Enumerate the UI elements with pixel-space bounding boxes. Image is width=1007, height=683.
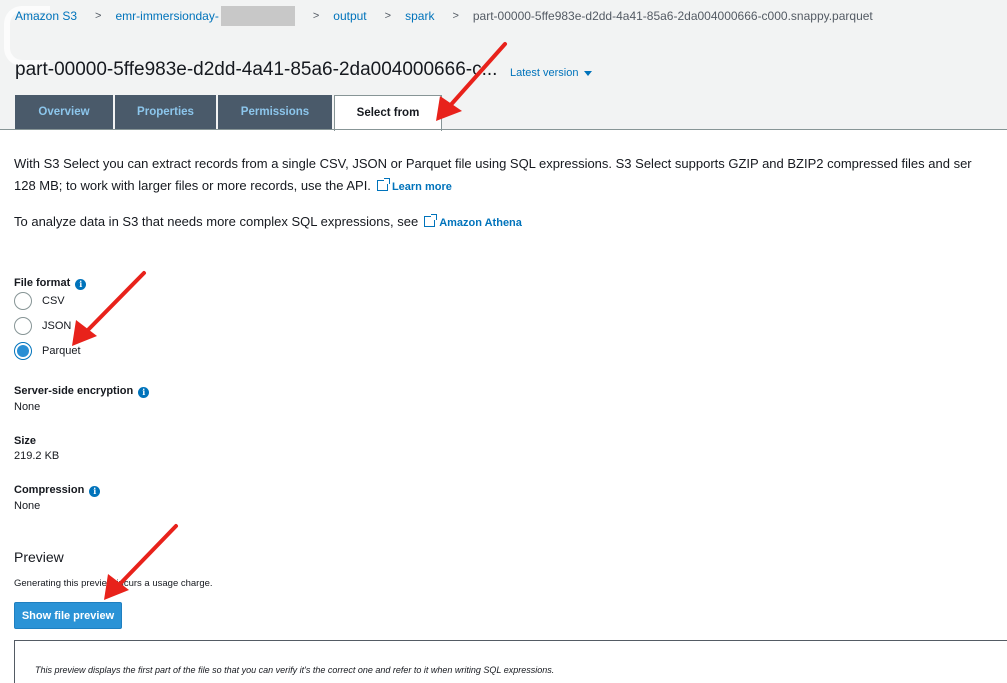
athena-text-label: To analyze data in S3 that needs more co… — [14, 214, 419, 229]
encryption-label: Server-side encryption i — [14, 385, 150, 398]
breadcrumb: Amazon S3 > emr-immersionday- > output >… — [15, 6, 873, 26]
radio-json[interactable]: JSON — [14, 316, 71, 336]
breadcrumb-output[interactable]: output — [333, 9, 366, 23]
size-label: Size — [14, 435, 37, 447]
show-file-preview-button[interactable]: Show file preview — [14, 602, 122, 629]
radio-button[interactable] — [14, 317, 32, 335]
external-link-icon — [424, 214, 438, 227]
intro-text: With S3 Select you can extract records f… — [14, 153, 1007, 198]
intro-line-1: With S3 Select you can extract records f… — [14, 156, 972, 171]
s3-object-page: Amazon S3 > emr-immersionday- > output >… — [0, 0, 1007, 683]
preview-charge-note: Generating this preview incurs a usage c… — [14, 578, 213, 589]
radio-parquet-label: Parquet — [42, 345, 81, 357]
learn-more-link[interactable]: Learn more — [392, 181, 452, 193]
radio-button-checked[interactable] — [14, 342, 32, 360]
preview-heading: Preview — [14, 549, 64, 565]
breadcrumb-spark[interactable]: spark — [405, 9, 434, 23]
info-icon[interactable]: i — [75, 279, 87, 290]
size-value: 219.2 KB — [14, 450, 60, 462]
redacted-region — [220, 6, 295, 26]
version-dropdown-label: Latest version — [510, 67, 579, 79]
tab-select-from[interactable]: Select from — [334, 95, 442, 131]
tab-overview[interactable]: Overview — [15, 95, 113, 129]
file-format-label: File format i — [14, 277, 87, 290]
breadcrumb-separator: > — [312, 10, 320, 22]
breadcrumb-separator: > — [384, 10, 392, 22]
radio-csv[interactable]: CSV — [14, 291, 65, 311]
tab-properties[interactable]: Properties — [115, 95, 216, 129]
tab-divider — [0, 129, 1007, 130]
encryption-value: None — [14, 401, 41, 413]
compression-label-text: Compression — [14, 484, 85, 496]
breadcrumb-separator: > — [452, 10, 459, 22]
encryption-label-text: Server-side encryption — [14, 385, 134, 397]
info-icon[interactable]: i — [89, 486, 101, 497]
version-dropdown[interactable]: Latest version — [510, 67, 593, 79]
file-format-label-text: File format — [14, 277, 71, 289]
info-icon[interactable]: i — [138, 387, 150, 398]
radio-button[interactable] — [14, 292, 32, 310]
breadcrumb-amazon-s3[interactable]: Amazon S3 — [15, 9, 77, 23]
radio-csv-label: CSV — [42, 295, 65, 307]
intro-line-2-text: 128 MB; to work with larger files or mor… — [14, 178, 371, 193]
athena-text: To analyze data in S3 that needs more co… — [14, 214, 522, 229]
breadcrumb-separator: > — [95, 10, 102, 22]
radio-json-label: JSON — [42, 320, 72, 332]
breadcrumb-current-file: part-00000-5ffe983e-d2dd-4a41-85a6-2da00… — [472, 9, 873, 23]
radio-parquet[interactable]: Parquet — [14, 341, 81, 361]
external-link-icon — [376, 178, 390, 191]
intro-line-2: 128 MB; to work with larger files or mor… — [14, 175, 1007, 198]
preview-panel: This preview displays the first part of … — [14, 640, 1007, 683]
amazon-athena-link[interactable]: Amazon Athena — [439, 217, 522, 229]
chevron-down-icon — [584, 70, 593, 76]
compression-label: Compression i — [14, 484, 101, 497]
tab-permissions[interactable]: Permissions — [218, 95, 332, 129]
page-title: part-00000-5ffe983e-d2dd-4a41-85a6-2da00… — [15, 59, 498, 80]
preview-panel-text: This preview displays the first part of … — [35, 665, 555, 675]
compression-value: None — [14, 500, 41, 512]
breadcrumb-bucket[interactable]: emr-immersionday- — [115, 9, 218, 23]
